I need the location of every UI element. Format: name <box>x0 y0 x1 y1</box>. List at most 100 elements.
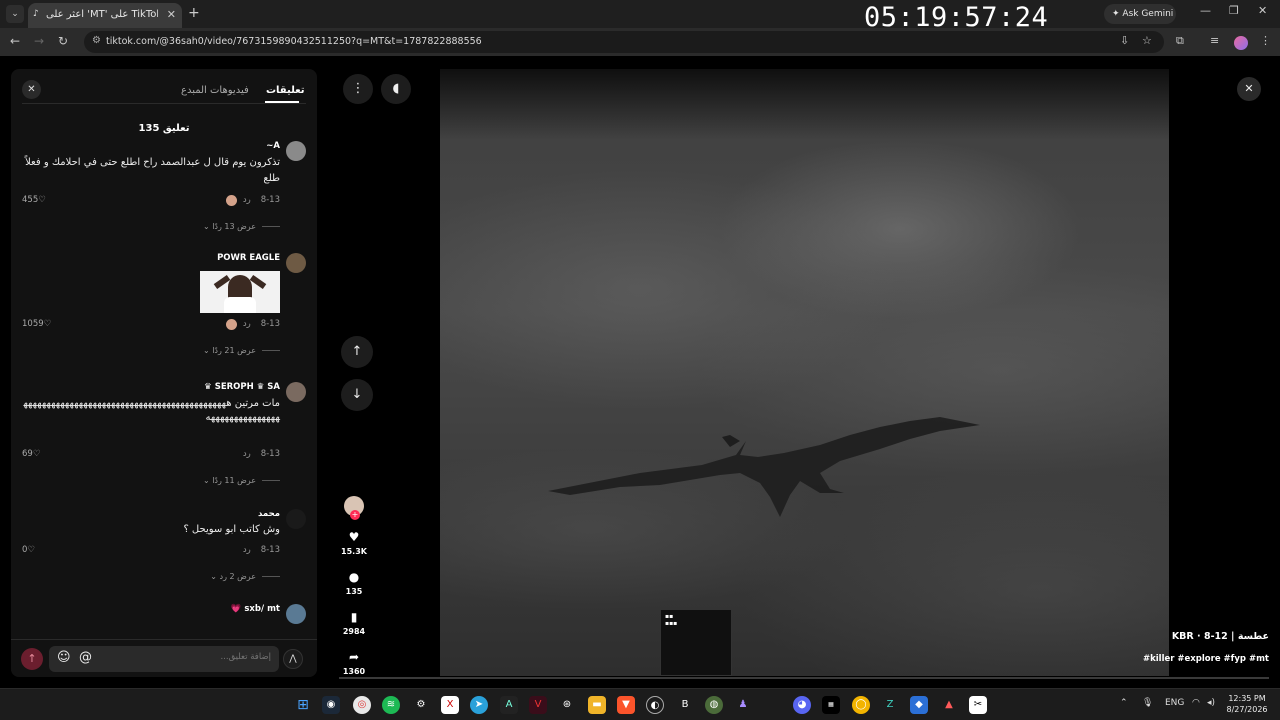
comment-username[interactable]: sxb/ mt 💗 <box>231 604 280 614</box>
app-globe-icon[interactable]: ◍ <box>705 696 723 714</box>
mention-icon[interactable]: @ <box>79 650 92 665</box>
brave-icon[interactable]: ▼ <box>617 696 635 714</box>
comment-bubble-icon[interactable]: ● <box>334 570 374 584</box>
view-replies[interactable]: عرض 11 ردًا ⌄ <box>203 476 280 485</box>
avatar[interactable] <box>286 382 306 402</box>
wifi-icon[interactable]: ◠ <box>1192 698 1200 708</box>
app-text-icon[interactable]: ▦ <box>822 696 840 714</box>
telegram-icon[interactable]: ➤ <box>470 696 488 714</box>
reply-button[interactable]: رد <box>243 319 251 329</box>
volume-icon[interactable]: ◖ <box>381 74 411 104</box>
app-triangle-icon[interactable]: ▲ <box>940 696 958 714</box>
view-replies[interactable]: عرض 13 ردًا ⌄ <box>203 222 280 231</box>
more-options-icon[interactable]: ⋮ <box>343 74 373 104</box>
close-video-icon[interactable]: ✕ <box>1237 77 1261 101</box>
reload-icon[interactable]: ↻ <box>58 34 68 48</box>
reply-button[interactable]: رد <box>243 449 251 459</box>
avatar[interactable] <box>286 604 306 624</box>
creator-avatar[interactable]: + <box>344 496 364 520</box>
follow-plus-icon[interactable]: + <box>350 510 360 520</box>
discord-icon[interactable]: ◕ <box>793 696 811 714</box>
video-progress-bar[interactable] <box>339 677 1269 679</box>
tab-comments[interactable]: تعليقات <box>266 85 305 96</box>
app-yellow-icon[interactable]: ◯ <box>852 696 870 714</box>
comment-input-field[interactable]: ☺ @ <box>49 646 279 672</box>
heart-outline-icon[interactable]: ♡ <box>33 449 41 459</box>
comment-meta: 8-13 رد <box>243 545 280 555</box>
site-info-icon[interactable]: ⚙ <box>92 35 101 46</box>
profile-avatar[interactable] <box>1234 36 1248 50</box>
forward-icon[interactable]: → <box>34 34 44 48</box>
emoji-icon[interactable]: ☺ <box>57 650 71 665</box>
url-field[interactable]: ⚙ tiktok.com/@36sah0/video/7673159890432… <box>84 31 1164 53</box>
extensions-icon[interactable]: ⧉ <box>1176 34 1184 48</box>
microphone-icon[interactable]: 🎙 <box>1142 698 1153 708</box>
volume-tray-icon[interactable]: ◂) <box>1207 698 1215 708</box>
settings-gear-icon[interactable]: ⚙ <box>412 696 430 714</box>
comment-username[interactable]: POWR EAGLE <box>217 253 280 263</box>
video-hashtags[interactable]: #killer #explore #fyp #mt <box>1143 654 1269 664</box>
view-replies[interactable]: عرض 2 رد ⌄ <box>210 572 280 581</box>
chevron-down-icon: ⌄ <box>202 346 210 355</box>
chrome-icon[interactable]: ◎ <box>353 696 371 714</box>
close-panel-icon[interactable]: ✕ <box>22 80 41 99</box>
obs-icon[interactable]: ◐ <box>646 696 664 714</box>
bookmark-star-icon[interactable]: ☆ <box>1142 34 1152 47</box>
gamepad-icon[interactable]: ♟ <box>734 696 752 714</box>
ask-gemini-button[interactable]: ✦ Ask Gemini <box>1104 4 1176 24</box>
avatar[interactable] <box>286 509 306 529</box>
like-count[interactable]: 69♡ <box>22 449 40 459</box>
minimize-icon[interactable]: — <box>1200 4 1211 17</box>
send-arrow-icon[interactable]: ↑ <box>21 648 43 670</box>
close-window-icon[interactable]: ✕ <box>1258 4 1267 17</box>
view-replies[interactable]: عرض 21 ردًا ⌄ <box>203 346 280 355</box>
browser-tab[interactable]: ♪ اعثر على 'MT' على TikTok | ✕ <box>28 3 182 28</box>
heart-outline-icon[interactable]: ♡ <box>27 545 35 555</box>
tray-overflow-icon[interactable]: ⌃ <box>1120 698 1128 708</box>
reply-button[interactable]: رد <box>243 195 251 205</box>
video-caption-title[interactable]: عطسة | KBR · 8-12 <box>1172 631 1269 642</box>
install-app-icon[interactable]: ⇩ <box>1120 34 1129 47</box>
previous-video-arrow-icon[interactable]: ↑ <box>341 336 373 368</box>
heart-outline-icon[interactable]: ♡ <box>44 319 52 329</box>
app-a-icon[interactable]: A <box>500 696 518 714</box>
tab-creator-videos[interactable]: فيديوهات المبدع <box>181 85 249 96</box>
restore-icon[interactable]: ❐ <box>1229 4 1239 17</box>
system-clock[interactable]: 12:35 PM 8/27/2026 <box>1220 693 1274 715</box>
new-tab-icon[interactable]: + <box>188 5 200 21</box>
bookmark-icon[interactable]: ▮ <box>334 610 374 624</box>
app-circle-icon[interactable]: ⊛ <box>558 696 576 714</box>
user-avatar[interactable]: ⋀ <box>283 649 303 669</box>
comment-username[interactable]: A~ <box>266 141 280 151</box>
comment-username[interactable]: محمد <box>258 509 280 519</box>
app-z-icon[interactable]: Z <box>881 696 899 714</box>
roblox-icon[interactable]: ◆ <box>910 696 928 714</box>
back-icon[interactable]: ← <box>10 34 20 48</box>
browser-menu-icon[interactable]: ⋮ <box>1260 34 1271 47</box>
close-tab-icon[interactable]: ✕ <box>167 8 176 21</box>
spotify-icon[interactable]: ≋ <box>382 696 400 714</box>
share-arrow-icon[interactable]: ➦ <box>334 650 374 664</box>
comment-username[interactable]: SEROPH ♛ SA ♛ <box>204 382 280 392</box>
video-player[interactable]: ▪▪ ▪▪▪ <box>440 69 1169 676</box>
app-x-icon[interactable]: X <box>441 696 459 714</box>
app-bm-icon[interactable]: B <box>676 696 694 714</box>
like-count[interactable]: 1059♡ <box>22 319 51 329</box>
reply-button[interactable]: رد <box>243 545 251 555</box>
like-count[interactable]: 0♡ <box>22 545 35 555</box>
heart-outline-icon[interactable]: ♡ <box>38 195 46 205</box>
avatar[interactable] <box>286 253 306 273</box>
media-control-icon[interactable]: ≡ <box>1210 34 1219 47</box>
heart-icon[interactable]: ♥ <box>334 530 374 544</box>
file-explorer-icon[interactable]: ▬ <box>588 696 606 714</box>
avatar[interactable] <box>286 141 306 161</box>
steam-icon[interactable]: ◉ <box>322 696 340 714</box>
comment-input[interactable] <box>121 652 271 662</box>
app-v-icon[interactable]: V <box>529 696 547 714</box>
like-count[interactable]: 455♡ <box>22 195 46 205</box>
windows-start-icon[interactable]: ⊞ <box>294 696 312 714</box>
language-indicator[interactable]: ENG <box>1165 698 1184 708</box>
tab-search-icon[interactable]: ⌄ <box>6 5 24 23</box>
next-video-arrow-icon[interactable]: ↓ <box>341 379 373 411</box>
capcut-icon[interactable]: ✂ <box>969 696 987 714</box>
